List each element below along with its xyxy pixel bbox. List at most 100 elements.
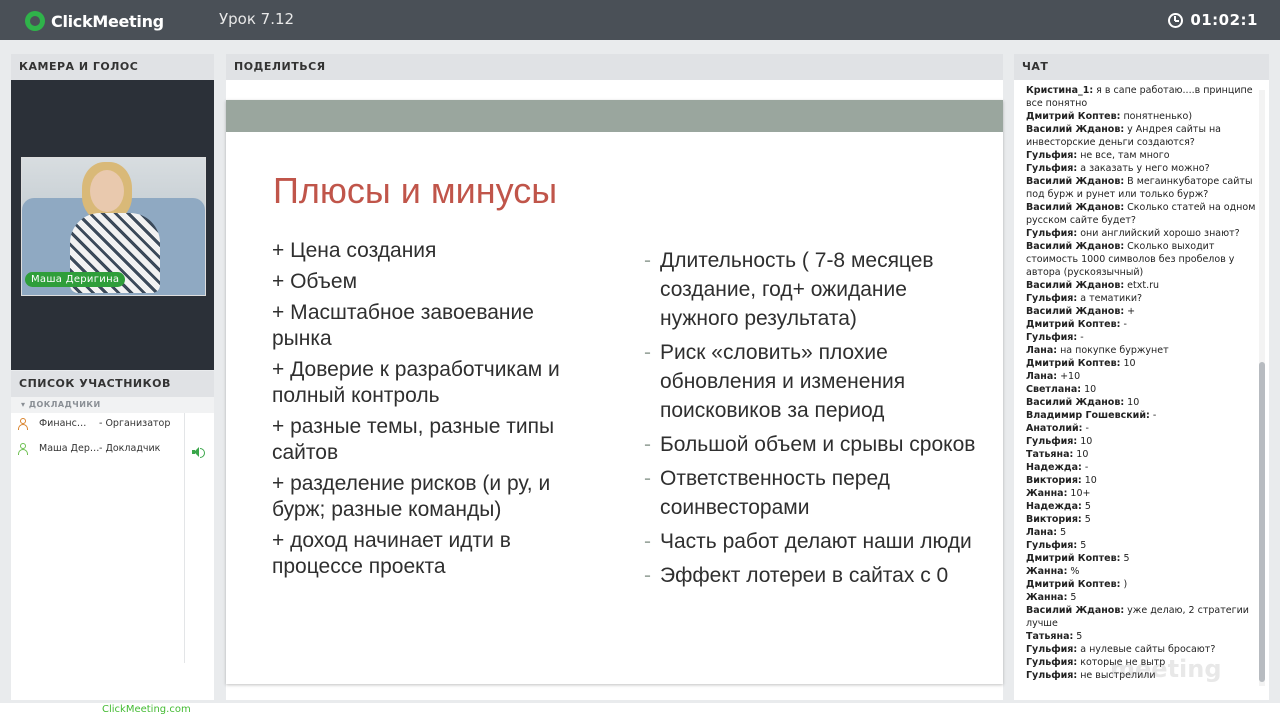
chat-message: Лана: на покупке буржунет [1026, 344, 1258, 357]
top-bar: ClickMeeting Урок 7.12 01:02:1 [0, 0, 1280, 40]
meeting-title: Урок 7.12 [219, 10, 295, 28]
chat-log[interactable]: Кристина_1: я в сапе работаю....в принци… [1026, 84, 1258, 684]
chat-author: Лана: [1026, 371, 1058, 382]
presentation-slide: Плюсы и минусы + Цена создания + Объем + М… [226, 100, 1003, 684]
chat-message: Татьяна: 10 [1026, 448, 1258, 461]
chat-text: 5 [1073, 631, 1083, 642]
chat-author: Гульфия: [1026, 332, 1078, 343]
chat-message: Гульфия: 10 [1026, 435, 1258, 448]
pros-item: + Масштабное завоевание рынка [272, 301, 534, 350]
chat-text: - [1120, 319, 1127, 330]
chat-author: Гульфия: [1026, 670, 1078, 681]
chat-author: Анатолий: [1026, 423, 1083, 434]
chat-text: 5 [1081, 501, 1091, 512]
chat-message: Кристина_1: я в сапе работаю....в принци… [1026, 84, 1258, 110]
chat-author: Гульфия: [1026, 436, 1078, 447]
chat-author: Лана: [1026, 345, 1058, 356]
participants-panel: СПИСОК УЧАСТНИКОВ ▾ ДОКЛАДЧИКИ Финанс… -… [11, 371, 214, 700]
chat-text: понятненько) [1120, 111, 1193, 122]
chat-author: Дмитрий Коптев: [1026, 553, 1121, 564]
chat-text: ) [1120, 579, 1128, 590]
chat-panel: ЧАТ Кристина_1: я в сапе работаю....в пр… [1014, 54, 1269, 700]
chat-author: Гульфия: [1026, 644, 1078, 655]
speaker-icon[interactable] [192, 447, 205, 458]
clickmeeting-link[interactable]: ClickMeeting.com [102, 704, 191, 715]
presenters-group-header[interactable]: ▾ ДОКЛАДЧИКИ [11, 397, 214, 413]
organizer-user-icon [18, 418, 28, 430]
chat-message: Василий Жданов: + [1026, 305, 1258, 318]
cons-list: Длительность ( 7-8 месяцев создание, год… [644, 246, 989, 595]
chat-text: а заказать у него можно? [1077, 163, 1210, 174]
chat-message: Надежда: 5 [1026, 500, 1258, 513]
chat-author: Дмитрий Коптев: [1026, 111, 1121, 122]
chat-message: Гульфия: - [1026, 331, 1258, 344]
clickmeeting-logo[interactable]: ClickMeeting [25, 10, 164, 32]
chat-text: 5 [1077, 540, 1087, 551]
chat-author: Светлана: [1026, 384, 1082, 395]
chat-author: Виктория: [1026, 475, 1082, 486]
chat-text: - [1077, 332, 1084, 343]
chat-message: Василий Жданов: уже делаю, 2 стратегии л… [1026, 604, 1258, 630]
chat-author: Жанна: [1026, 566, 1068, 577]
participant-name: Финанс… [39, 418, 87, 429]
chat-author: Дмитрий Коптев: [1026, 319, 1121, 330]
chat-text: 10+ [1067, 488, 1091, 499]
chat-author: Татьяна: [1026, 631, 1074, 642]
chat-message: Дмитрий Коптев: ) [1026, 578, 1258, 591]
chat-message: Гульфия: а заказать у него можно? [1026, 162, 1258, 175]
pros-item: + разделение рисков (и ру, и бурж; разны… [272, 472, 551, 521]
share-panel-header: ПОДЕЛИТЬСЯ [226, 54, 1003, 80]
chat-author: Гульфия: [1026, 228, 1078, 239]
presenter-name-tag: Маша Деригина [25, 272, 126, 287]
chat-message: Дмитрий Коптев: - [1026, 318, 1258, 331]
chat-text: - [1081, 462, 1089, 473]
chat-author: Василий Жданов: [1026, 280, 1125, 291]
chat-text: + [1124, 306, 1136, 317]
slide-title: Плюсы и минусы [273, 170, 558, 211]
timer-value: 01:02:1 [1190, 11, 1258, 29]
pros-item: + доход начинает идти в процессе проекта [272, 529, 511, 578]
chat-author: Владимир Гошевский: [1026, 410, 1150, 421]
chat-author: Дмитрий Коптев: [1026, 579, 1121, 590]
chat-text: они английский хорошо знают? [1077, 228, 1240, 239]
participant-role: - Организатор [99, 418, 171, 429]
chat-message: Дмитрий Коптев: 10 [1026, 357, 1258, 370]
watermark-logo: meeting [1110, 655, 1222, 683]
chat-message: Владимир Гошевский: - [1026, 409, 1258, 422]
chat-scrollbar-thumb[interactable] [1259, 362, 1265, 682]
chat-text: 5 [1081, 514, 1091, 525]
chat-message: Дмитрий Коптев: 5 [1026, 552, 1258, 565]
chat-author: Татьяна: [1026, 449, 1074, 460]
camera-panel-header: КАМЕРА И ГОЛОС [11, 54, 214, 80]
chat-message: Жанна: 5 [1026, 591, 1258, 604]
footer: ClickMeeting.com [0, 703, 1280, 720]
chat-message: Светлана: 10 [1026, 383, 1258, 396]
participant-row[interactable]: Маша Дер… - Докладчик [11, 438, 196, 460]
chat-text: не все, там много [1077, 150, 1170, 161]
chat-text: 5 [1057, 527, 1067, 538]
chat-panel-header: ЧАТ [1014, 54, 1269, 80]
session-timer: 01:02:1 [1168, 11, 1258, 29]
chat-author: Надежда: [1026, 462, 1082, 473]
chat-text: 10 [1120, 358, 1136, 369]
participant-role: - Докладчик [99, 443, 161, 454]
participant-row[interactable]: Финанс… - Организатор [11, 413, 196, 435]
participant-name: Маша Дер… [39, 443, 100, 454]
cons-item: Большой объем и срывы сроков [644, 430, 989, 459]
chat-text: 10 [1073, 449, 1089, 460]
chat-message: Лана: 5 [1026, 526, 1258, 539]
chat-message: Василий Жданов: 10 [1026, 396, 1258, 409]
cons-item: Эффект лотереи в сайтах с 0 [644, 561, 989, 590]
chat-author: Лана: [1026, 527, 1058, 538]
pros-item: + разные темы, разные типы сайтов [272, 415, 555, 464]
chat-scrollbar[interactable] [1259, 90, 1265, 686]
presenter-user-icon [18, 443, 28, 455]
chat-message: Дмитрий Коптев: понятненько) [1026, 110, 1258, 123]
camera-panel: КАМЕРА И ГОЛОС Маша Деригина [11, 54, 214, 370]
chat-author: Василий Жданов: [1026, 306, 1125, 317]
chat-author: Гульфия: [1026, 540, 1078, 551]
share-panel: ПОДЕЛИТЬСЯ Плюсы и минусы + Цена создани… [226, 54, 1003, 700]
chat-message: Жанна: 10+ [1026, 487, 1258, 500]
chat-author: Василий Жданов: [1026, 176, 1125, 187]
chat-author: Дмитрий Коптев: [1026, 358, 1121, 369]
